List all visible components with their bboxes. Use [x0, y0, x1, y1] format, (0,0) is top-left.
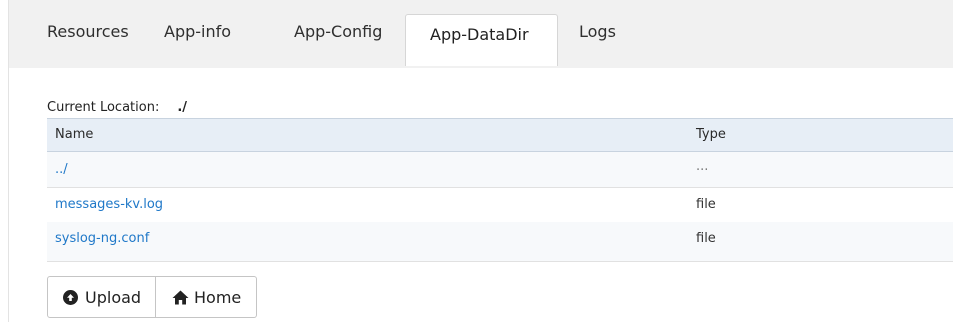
file-link-messages-kv-log[interactable]: messages-kv.log — [55, 187, 163, 222]
location-value: ./ — [177, 100, 188, 115]
current-location: Current Location: ./ — [47, 100, 187, 115]
tab-app-datadir[interactable]: App-DataDir — [405, 14, 558, 66]
home-icon — [172, 290, 189, 305]
file-link-parent-dir[interactable]: ../ — [55, 152, 68, 187]
tab-resources[interactable]: Resources — [47, 12, 129, 52]
tab-logs[interactable]: Logs — [579, 12, 616, 52]
table-row: messages-kv.log file — [47, 187, 953, 223]
tab-app-config[interactable]: App-Config — [294, 12, 382, 52]
file-type: ... — [696, 159, 709, 174]
file-link-syslog-ng-conf[interactable]: syslog-ng.conf — [55, 222, 149, 260]
upload-label: Upload — [85, 287, 142, 307]
tab-app-info[interactable]: App-info — [164, 12, 231, 52]
upload-circle-icon — [63, 289, 78, 305]
column-type-header[interactable]: Type — [696, 119, 726, 151]
action-buttons: Upload Home — [47, 276, 257, 318]
file-type: file — [696, 197, 716, 212]
home-label: Home — [194, 287, 242, 307]
table-header: Name Type — [47, 118, 953, 152]
tab-bar: Resources App-info App-Config App-DataDi… — [9, 0, 953, 68]
home-button[interactable]: Home — [156, 276, 257, 318]
upload-button[interactable]: Upload — [47, 276, 156, 318]
file-type: file — [696, 231, 716, 246]
location-label: Current Location: — [47, 100, 160, 115]
column-name-header[interactable]: Name — [55, 119, 93, 151]
table-row: ../ ... — [47, 152, 953, 188]
table-row: syslog-ng.conf file — [47, 222, 953, 262]
